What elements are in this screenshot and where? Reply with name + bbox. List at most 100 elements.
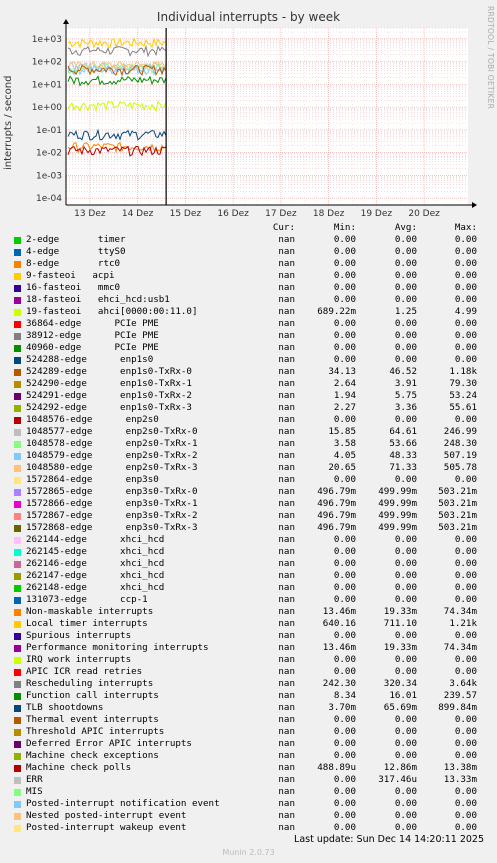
legend-cur-value: nan — [278, 402, 295, 413]
legend-min-value: 0.00 — [333, 750, 356, 761]
legend-cur-value: nan — [278, 306, 295, 317]
legend-max-value: 13.33m — [443, 774, 477, 785]
legend-row: TLB shootdowns nan 3.70m 65.69m 899.84m — [0, 702, 497, 714]
legend-label: Thermal event interrupts — [26, 714, 159, 725]
legend-row: 40960-edge PCIe PME nan 0.00 0.00 0.00 — [0, 342, 497, 354]
legend-row: 9-fasteoi acpi nan 0.00 0.00 0.00 — [0, 270, 497, 282]
legend-min-value: 0.00 — [333, 654, 356, 665]
legend-min-value: 0.00 — [333, 594, 356, 605]
legend-swatch — [14, 237, 21, 244]
legend-max-value: 0.00 — [454, 810, 477, 821]
legend-swatch — [14, 777, 21, 784]
legend-cur-value: nan — [278, 738, 295, 749]
legend-min-value: 242.30 — [322, 678, 356, 689]
legend-cur-value: nan — [278, 366, 295, 377]
legend-max-value: 0.00 — [454, 738, 477, 749]
legend-swatch — [14, 645, 21, 652]
legend-swatch — [14, 297, 21, 304]
legend-row: 131073-edge ccp-1 nan 0.00 0.00 0.00 — [0, 594, 497, 606]
legend-min-value: 13.46m — [322, 606, 356, 617]
legend-min-value: 0.00 — [333, 666, 356, 677]
legend-row: 524288-edge enp1s0 nan 0.00 0.00 0.00 — [0, 354, 497, 366]
legend-label: ERR — [26, 774, 43, 785]
legend-label: APIC ICR read retries — [26, 666, 143, 677]
legend-swatch — [14, 369, 21, 376]
legend-cur-value: nan — [278, 486, 295, 497]
legend-label: 1048576-edge enp2s0 — [26, 414, 159, 425]
legend-max-value: 0.00 — [454, 714, 477, 725]
legend-max-value: 0.00 — [454, 630, 477, 641]
legend-max-value: 0.00 — [454, 546, 477, 557]
legend-row: 524292-edge enp1s0-TxRx-3 nan 2.27 3.36 55.6… — [0, 402, 497, 414]
legend-min-value: 0.00 — [333, 822, 356, 833]
munin-version: Munin 2.0.73 — [222, 848, 275, 857]
legend-row: 1572866-edge enp3s0-TxRx-1 nan 496.79m 499.… — [0, 498, 497, 510]
legend-swatch — [14, 273, 21, 280]
legend-label: Posted-interrupt notification event — [26, 798, 220, 809]
legend-max-value: 79.30 — [449, 378, 477, 389]
legend-row: 18-fasteoi ehci_hcd:usb1 nan 0.00 0.00 0.00 — [0, 294, 497, 306]
legend-swatch — [14, 489, 21, 496]
legend-row: 38912-edge PCIe PME nan 0.00 0.00 0.00 — [0, 330, 497, 342]
legend-cur-value: nan — [278, 558, 295, 569]
legend-row: 524291-edge enp1s0-TxRx-2 nan 1.94 5.75 53.2… — [0, 390, 497, 402]
legend-swatch — [14, 681, 21, 688]
legend-cur-value: nan — [278, 702, 295, 713]
header-min: Min: — [333, 222, 356, 233]
legend-label: 1572864-edge enp3s0 — [26, 474, 159, 485]
legend-cur-value: nan — [278, 606, 295, 617]
legend-min-value: 0.00 — [333, 630, 356, 641]
legend-swatch — [14, 441, 21, 448]
legend-swatch — [14, 405, 21, 412]
legend-cur-value: nan — [278, 714, 295, 725]
legend-max-value: 0.00 — [454, 582, 477, 593]
legend-swatch — [14, 693, 21, 700]
legend-cur-value: nan — [278, 726, 295, 737]
legend-row: 2-edge timer nan 0.00 0.00 0.00 — [0, 234, 497, 246]
y-tick-label: 1e+03 — [32, 35, 62, 45]
legend-row: 524289-edge enp1s0-TxRx-0 nan 34.13 46.52 1.… — [0, 366, 497, 378]
legend-max-value: 246.99 — [443, 426, 477, 437]
legend-row: APIC ICR read retries nan 0.00 0.00 0.00 — [0, 666, 497, 678]
legend-swatch — [14, 261, 21, 268]
legend-max-value: 0.00 — [454, 726, 477, 737]
legend-max-value: 3.64k — [449, 678, 477, 689]
y-tick-label: 1e-02 — [36, 149, 62, 159]
legend-min-value: 496.79m — [317, 486, 356, 497]
y-tick-label: 1e+00 — [32, 103, 63, 113]
legend-row: 1572865-edge enp3s0-TxRx-0 nan 496.79m 499.… — [0, 486, 497, 498]
legend-max-value: 13.38m — [443, 762, 477, 773]
legend-min-value: 20.65 — [328, 462, 356, 473]
legend-max-value: 0.00 — [454, 666, 477, 677]
x-tick-label: 14 Dez — [122, 209, 154, 219]
legend-min-value: 0.00 — [333, 726, 356, 737]
legend-min-value: 0.00 — [333, 798, 356, 809]
legend-swatch — [14, 765, 21, 772]
legend-max-value: 0.00 — [454, 798, 477, 809]
legend-min-value: 0.00 — [333, 318, 356, 329]
legend-max-value: 507.19 — [443, 450, 477, 461]
legend-min-value: 0.00 — [333, 474, 356, 485]
legend-min-value: 0.00 — [333, 354, 356, 365]
legend-row: 524290-edge enp1s0-TxRx-1 nan 2.64 3.91 79.3… — [0, 378, 497, 390]
legend-swatch — [14, 453, 21, 460]
legend-row: Machine check polls nan 488.89u 12.86m 13.38… — [0, 762, 497, 774]
legend-cur-value: nan — [278, 654, 295, 665]
legend-max-value: 1.18k — [449, 366, 477, 377]
interrupts-chart: 1e-04 1e-03 1e-02 1e-01 1e+00 1e+01 1e+02 1e+03… — [32, 19, 477, 219]
legend-swatch — [14, 429, 21, 436]
header-max: Max: — [454, 222, 477, 233]
legend-swatch — [14, 717, 21, 724]
y-tick-label: 1e-04 — [36, 194, 62, 204]
legend-swatch — [14, 513, 21, 520]
legend-label: 524291-edge enp1s0-TxRx-2 — [26, 390, 192, 401]
legend-min-value: 0.00 — [333, 786, 356, 797]
legend-cur-value: nan — [278, 546, 295, 557]
legend-cur-value: nan — [278, 258, 295, 269]
legend-row: Posted-interrupt notification event nan 0.… — [0, 798, 497, 810]
legend-max-value: 0.00 — [454, 558, 477, 569]
legend-label: Rescheduling interrupts — [26, 678, 154, 689]
legend-max-value: 899.84m — [438, 702, 477, 713]
legend-label: Deferred Error APIC interrupts — [26, 738, 192, 749]
legend-row: 4-edge ttyS0 nan 0.00 0.00 0.00 — [0, 246, 497, 258]
